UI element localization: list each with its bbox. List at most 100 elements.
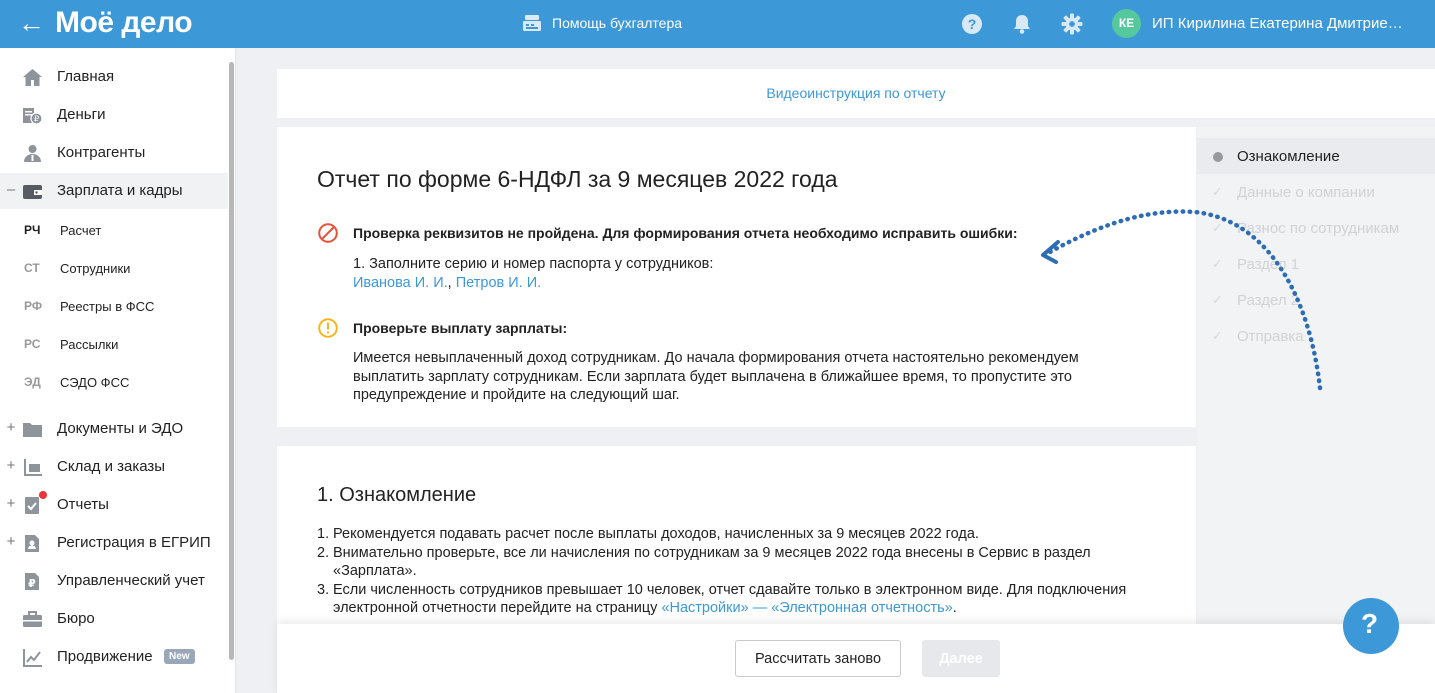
- checkmark-icon: ✓: [1212, 256, 1223, 271]
- ruble-doc-icon: ₽: [25, 573, 39, 590]
- step-label: Ознакомление: [1237, 148, 1340, 165]
- svg-text:₽: ₽: [34, 115, 39, 124]
- page-title: Отчет по форме 6-НДФЛ за 9 месяцев 2022 …: [317, 166, 838, 192]
- subitem-label: Рассылки: [60, 337, 119, 352]
- step-label: Раздел 2: [1237, 292, 1300, 309]
- notification-dot: [39, 491, 47, 499]
- sidebar-item-home[interactable]: Главная: [0, 59, 228, 95]
- contractors-icon: [24, 145, 41, 162]
- notifications-bell-icon[interactable]: [1011, 13, 1033, 35]
- sidebar-item-promotion[interactable]: Продвижение New: [0, 639, 228, 675]
- app-logo[interactable]: Моё дело: [55, 5, 193, 41]
- settings-gear-icon[interactable]: [1061, 13, 1083, 35]
- top-bar: ← Моё дело Помощь бухгалтера ? КЕ ИП Кир…: [0, 0, 1435, 48]
- current-step-dot: [1213, 152, 1223, 162]
- sidebar-subitem-calculation[interactable]: РЧ Расчет: [0, 212, 228, 248]
- intro-list: 1. Рекомендуется подавать расчет после в…: [317, 525, 1137, 618]
- warning-line: Имеется невыплаченный доход сотрудникам.…: [353, 350, 1079, 366]
- sidebar-item-label: Главная: [57, 68, 115, 85]
- employee-separator: ,: [447, 274, 456, 291]
- sidebar-item-label: Отчеты: [57, 496, 109, 513]
- sidebar-scrollbar[interactable]: [229, 62, 234, 660]
- warning-line: выплатить зарплату сотрудникам. Если зар…: [353, 368, 1072, 385]
- expand-toggle-icon[interactable]: +: [6, 533, 16, 550]
- sidebar-subitem-sedo-fss[interactable]: ЭД СЭДО ФСС: [0, 364, 228, 400]
- sidebar-item-warehouse[interactable]: + Склад и заказы: [0, 449, 228, 485]
- sidebar-subitem-employees[interactable]: СТ Сотрудники: [0, 250, 228, 286]
- help-icon[interactable]: ?: [961, 13, 983, 35]
- sidebar-item-label: Склад и заказы: [57, 458, 166, 475]
- expand-toggle-icon[interactable]: +: [6, 457, 16, 474]
- expand-toggle-icon[interactable]: +: [6, 495, 16, 512]
- sidebar-item-management-accounting[interactable]: ₽ Управленческий учет: [0, 563, 228, 599]
- folder-icon: [23, 423, 42, 437]
- briefcase-icon: [23, 611, 42, 627]
- sidebar-item-bureau[interactable]: Бюро: [0, 601, 228, 637]
- chat-question-icon: ?: [1361, 608, 1379, 639]
- sidebar-subitem-mailings[interactable]: РС Рассылки: [0, 326, 228, 362]
- list-tail: .: [952, 600, 957, 616]
- user-avatar[interactable]: КЕ: [1112, 9, 1141, 38]
- step-section-2[interactable]: ✓ Раздел 2: [1197, 282, 1435, 318]
- accountant-help-label: Помощь бухгалтера: [552, 15, 683, 31]
- sidebar-item-label: Деньги: [57, 106, 106, 123]
- section-title: 1. Ознакомление: [317, 484, 477, 506]
- sidebar-item-salary[interactable]: – Зарплата и кадры: [0, 173, 228, 209]
- step-sending[interactable]: ✓ Отправка: [1197, 318, 1435, 354]
- subitem-label: Сотрудники: [60, 261, 131, 276]
- subitem-label: Реестры в ФСС: [60, 299, 155, 314]
- step-label: Отправка: [1237, 328, 1304, 345]
- sidebar-subitem-fss-registers[interactable]: РФ Реестры в ФСС: [0, 288, 228, 324]
- sidebar-item-reports[interactable]: + Отчеты: [0, 487, 228, 523]
- back-arrow-icon[interactable]: ←: [18, 9, 45, 37]
- home-icon: [23, 69, 42, 86]
- employee-link-ivanova[interactable]: Иванова И. И.: [353, 275, 448, 291]
- next-button[interactable]: Далее: [922, 640, 1000, 677]
- step-section-1[interactable]: ✓ Раздел 1: [1197, 246, 1435, 282]
- video-instruction-link[interactable]: Видеоинструкция по отчету: [277, 85, 1435, 101]
- list-number: 2.: [317, 544, 330, 561]
- step-label: Данные о компании: [1237, 184, 1375, 201]
- expand-toggle-icon[interactable]: +: [6, 419, 16, 436]
- step-intro[interactable]: Ознакомление: [1197, 138, 1435, 174]
- sidebar-item-label: Контрагенты: [57, 144, 146, 161]
- sidebar-item-egrip-registration[interactable]: + Регистрация в ЕГРИП: [0, 525, 228, 561]
- subitem-abbr: СТ: [24, 261, 40, 275]
- subitem-abbr: РС: [24, 337, 41, 351]
- error-prohibited-icon: [318, 223, 338, 243]
- list-number: 3.: [317, 581, 330, 598]
- collapse-toggle-icon[interactable]: –: [6, 181, 16, 198]
- step-employees[interactable]: ✓ Разнос по сотрудникам: [1197, 210, 1435, 246]
- checkmark-icon: ✓: [1212, 220, 1223, 235]
- chart-icon: [23, 649, 42, 667]
- new-badge: New: [164, 649, 195, 664]
- error-item: 1. Заполните серию и номер паспорта у со…: [353, 255, 713, 292]
- error-item-text: 1. Заполните серию и номер паспорта у со…: [353, 256, 714, 272]
- list-text: Внимательно проверьте, все ли начисления…: [333, 544, 1091, 580]
- accountant-help-link[interactable]: Помощь бухгалтера: [522, 12, 682, 34]
- cash-register-icon: [523, 15, 541, 31]
- sidebar-item-contractors[interactable]: Контрагенты: [0, 135, 228, 171]
- step-label: Раздел 1: [1237, 256, 1300, 273]
- step-company-data[interactable]: ✓ Данные о компании: [1197, 174, 1435, 210]
- steps-panel: Ознакомление ✓ Данные о компании ✓ Разно…: [1197, 127, 1435, 693]
- employee-link-petrov[interactable]: Петров И. И.: [456, 275, 541, 291]
- help-chat-button[interactable]: ?: [1343, 598, 1399, 654]
- list-item: 1. Рекомендуется подавать расчет после в…: [317, 525, 1137, 544]
- sidebar-item-label: Управленческий учет: [57, 572, 205, 589]
- subitem-label: Расчет: [60, 223, 102, 238]
- sidebar-item-documents[interactable]: + Документы и ЭДО: [0, 411, 228, 447]
- subitem-abbr: РЧ: [24, 223, 41, 237]
- sidebar-item-money[interactable]: ₽ Деньги: [0, 97, 228, 133]
- registration-icon: [25, 535, 39, 552]
- warehouse-icon: [24, 459, 42, 476]
- checkmark-icon: ✓: [1212, 328, 1223, 343]
- warning-text: Имеется невыплаченный доход сотрудникам.…: [353, 349, 1183, 405]
- sidebar-item-label: Зарплата и кадры: [57, 182, 183, 199]
- recalculate-button[interactable]: Рассчитать заново: [735, 640, 901, 677]
- settings-link[interactable]: «Настройки» — «Электронная отчетность»: [661, 600, 952, 616]
- user-name[interactable]: ИП Кирилина Екатерина Дмитрие…: [1152, 15, 1403, 32]
- sidebar-item-label: Документы и ЭДО: [57, 420, 184, 437]
- checkmark-icon: ✓: [1212, 184, 1223, 199]
- sidebar-item-label: Бюро: [57, 610, 95, 627]
